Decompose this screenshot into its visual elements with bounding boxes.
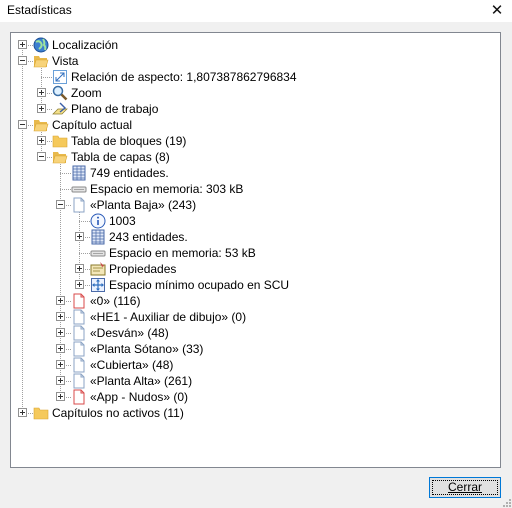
tree-item-label: Espacio en memoria: 303 kB	[90, 182, 244, 196]
collapse-icon[interactable]	[37, 152, 46, 161]
magnifier-icon	[52, 85, 68, 101]
tree-item[interactable]: 1003	[11, 213, 500, 229]
folder-open-icon	[52, 152, 68, 164]
tree-item-label: «Planta Baja» (243)	[90, 198, 197, 212]
tree-item[interactable]: «0» (116)	[11, 293, 500, 309]
tree-item[interactable]: Espacio en memoria: 53 kB	[11, 245, 500, 261]
folder-icon	[52, 135, 68, 148]
tree-item-label: «Cubierta» (48)	[90, 358, 174, 372]
info-icon	[90, 213, 106, 229]
tree-item[interactable]: «Planta Sótano» (33)	[11, 341, 500, 357]
globe-icon	[33, 37, 49, 53]
expand-icon[interactable]	[56, 296, 65, 305]
page-red-icon	[73, 293, 85, 309]
page-icon	[73, 357, 85, 373]
tree-item[interactable]: Vista	[11, 53, 500, 69]
tree-item[interactable]: 749 entidades.	[11, 165, 500, 181]
expand-icon[interactable]	[56, 392, 65, 401]
tree-item[interactable]: «Planta Alta» (261)	[11, 373, 500, 389]
tree-item-label: Tabla de bloques (19)	[71, 134, 187, 148]
tree-item[interactable]: Tabla de capas (8)	[11, 149, 500, 165]
close-button[interactable]: Cerrar	[429, 477, 501, 498]
tree-item[interactable]: Espacio mínimo ocupado en SCU	[11, 277, 500, 293]
expand-icon[interactable]	[18, 40, 27, 49]
tree-item-label: «HE1 - Auxiliar de dibujo» (0)	[90, 310, 247, 324]
expand-icon[interactable]	[75, 280, 84, 289]
tree-item-label: 243 entidades.	[109, 230, 188, 244]
tree-item-label: «Desván» (48)	[90, 326, 169, 340]
tree-item-label: «App - Nudos» (0)	[90, 390, 189, 404]
expand-icon[interactable]	[37, 136, 46, 145]
properties-icon	[90, 262, 106, 276]
tree-item-label: Relación de aspecto: 1,807387862796834	[71, 70, 297, 84]
tree-item[interactable]: «HE1 - Auxiliar de dibujo» (0)	[11, 309, 500, 325]
tree-item-label: Capítulo actual	[52, 118, 133, 132]
move-icon	[91, 278, 105, 292]
expand-icon[interactable]	[37, 104, 46, 113]
page-icon	[73, 341, 85, 357]
folder-open-icon	[33, 120, 49, 132]
tree-item-label: Zoom	[71, 86, 102, 100]
title-bar: Estadísticas ✕	[0, 0, 512, 22]
expand-icon[interactable]	[56, 376, 65, 385]
folder-open-icon	[33, 56, 49, 68]
page-icon	[73, 325, 85, 341]
tree-item-label: Localización	[52, 38, 119, 52]
tree-item[interactable]: Capítulo actual	[11, 117, 500, 133]
tree-item-label: Tabla de capas (8)	[71, 150, 170, 164]
memory-icon	[90, 250, 106, 257]
tree-item-label: Propiedades	[109, 262, 177, 276]
tree-item[interactable]: «App - Nudos» (0)	[11, 389, 500, 405]
table-icon	[72, 165, 86, 181]
close-icon[interactable]: ✕	[482, 0, 512, 22]
expand-icon[interactable]	[56, 344, 65, 353]
expand-icon[interactable]	[75, 232, 84, 241]
tree-item[interactable]: Zoom	[11, 85, 500, 101]
tree-item-label: 1003	[109, 214, 136, 228]
page-icon	[73, 309, 85, 325]
tree-item[interactable]: Espacio en memoria: 303 kB	[11, 181, 500, 197]
collapse-icon[interactable]	[18, 56, 27, 65]
tree-item[interactable]: Capítulos no activos (11)	[11, 405, 500, 421]
page-icon	[73, 197, 85, 213]
expand-icon[interactable]	[18, 408, 27, 417]
page-icon	[73, 373, 85, 389]
tree-item[interactable]: Plano de trabajo	[11, 101, 500, 117]
table-icon	[91, 229, 105, 245]
work-plane-icon	[52, 102, 68, 115]
tree-item-label: Espacio mínimo ocupado en SCU	[109, 278, 290, 292]
tree-item-label: Plano de trabajo	[71, 102, 159, 116]
window-title: Estadísticas	[7, 3, 72, 17]
statistics-tree[interactable]: Localización Vista Relación de aspecto: 1,…	[10, 32, 501, 468]
tree-item-label: «Planta Sótano» (33)	[90, 342, 204, 356]
collapse-icon[interactable]	[56, 200, 65, 209]
resize-grip-icon[interactable]	[501, 497, 511, 507]
tree-item[interactable]: Propiedades	[11, 261, 500, 277]
tree-item-label: Espacio en memoria: 53 kB	[109, 246, 256, 260]
close-button-label: Cerrar	[447, 480, 482, 494]
expand-icon[interactable]	[56, 360, 65, 369]
tree-item[interactable]: «Desván» (48)	[11, 325, 500, 341]
collapse-icon[interactable]	[18, 120, 27, 129]
expand-icon[interactable]	[56, 312, 65, 321]
expand-icon[interactable]	[56, 328, 65, 337]
expand-icon[interactable]	[75, 264, 84, 273]
tree-item[interactable]: Localización	[11, 37, 500, 53]
page-red-icon	[73, 389, 85, 405]
tree-item-label: «Planta Alta» (261)	[90, 374, 193, 388]
tree-item-label: Capítulos no activos (11)	[52, 406, 184, 420]
tree-item[interactable]: Tabla de bloques (19)	[11, 133, 500, 149]
tree-item[interactable]: Relación de aspecto: 1,807387862796834	[11, 69, 500, 85]
expand-icon[interactable]	[37, 88, 46, 97]
tree-item[interactable]: «Planta Baja» (243)	[11, 197, 500, 213]
tree-item[interactable]: «Cubierta» (48)	[11, 357, 500, 373]
tree-item[interactable]: 243 entidades.	[11, 229, 500, 245]
aspect-ratio-icon	[53, 70, 67, 84]
memory-icon	[71, 186, 87, 193]
tree-item-label: Vista	[52, 54, 79, 68]
tree-item-label: 749 entidades.	[90, 166, 169, 180]
tree-item-label: «0» (116)	[90, 294, 141, 308]
folder-icon	[33, 407, 49, 420]
